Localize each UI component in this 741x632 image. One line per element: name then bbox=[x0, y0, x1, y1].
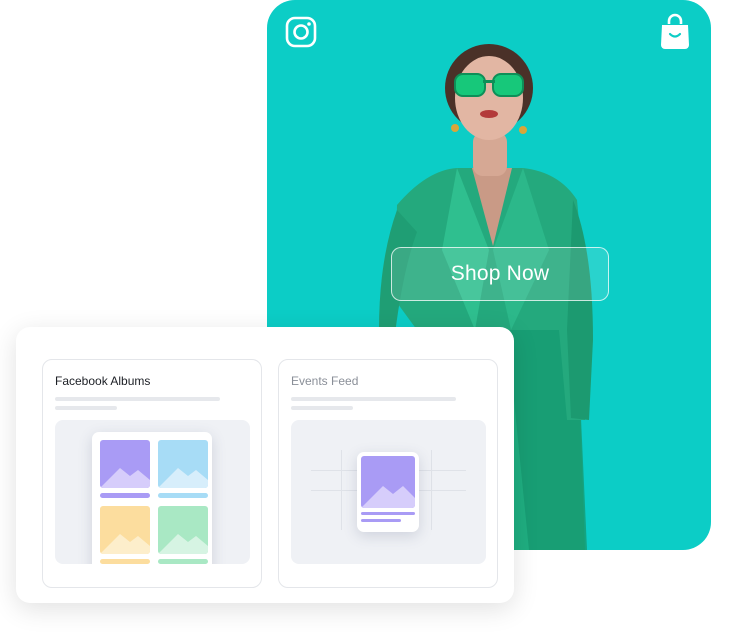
events-feed-card[interactable]: Events Feed bbox=[278, 359, 498, 588]
placeholder-line bbox=[291, 406, 353, 410]
preview-area bbox=[55, 420, 250, 564]
tile-caption-bar bbox=[158, 559, 208, 564]
grid-line bbox=[341, 450, 342, 530]
phone-mockup bbox=[92, 432, 212, 564]
placeholder-line bbox=[55, 397, 220, 401]
shop-now-button[interactable]: Shop Now bbox=[391, 247, 609, 301]
card-title: Facebook Albums bbox=[55, 374, 151, 388]
shopping-bag-icon[interactable] bbox=[659, 12, 691, 50]
image-placeholder-icon bbox=[100, 534, 150, 554]
image-tile bbox=[158, 440, 208, 488]
tile-caption-bar bbox=[158, 493, 208, 498]
image-tile bbox=[361, 456, 415, 508]
event-caption-bar bbox=[361, 512, 415, 515]
image-placeholder-icon bbox=[100, 468, 150, 488]
placeholder-line bbox=[55, 406, 117, 410]
placeholder-line bbox=[291, 397, 456, 401]
card-title: Events Feed bbox=[291, 374, 359, 388]
image-placeholder-icon bbox=[158, 534, 208, 554]
image-placeholder-icon bbox=[158, 468, 208, 488]
image-tile bbox=[100, 506, 150, 554]
grid-line bbox=[431, 450, 432, 530]
widget-panel: Facebook Albums Events Feed bbox=[16, 327, 514, 603]
event-caption-bar bbox=[361, 519, 401, 522]
instagram-icon[interactable] bbox=[285, 16, 317, 48]
event-card-mockup bbox=[357, 452, 419, 532]
image-tile bbox=[100, 440, 150, 488]
image-placeholder-icon bbox=[361, 486, 415, 508]
tile-caption-bar bbox=[100, 559, 150, 564]
tile-caption-bar bbox=[100, 493, 150, 498]
facebook-albums-card[interactable]: Facebook Albums bbox=[42, 359, 262, 588]
image-tile bbox=[158, 506, 208, 554]
preview-area bbox=[291, 420, 486, 564]
